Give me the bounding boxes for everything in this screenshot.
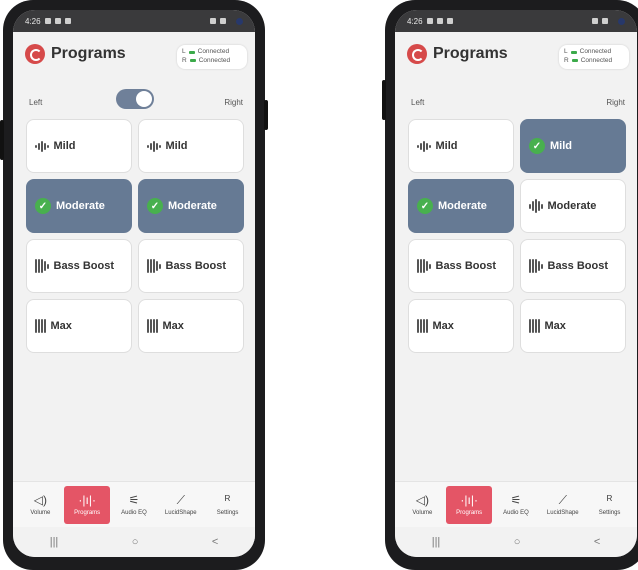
waveform-icon bbox=[35, 138, 49, 154]
page-title: Programs bbox=[51, 45, 126, 62]
screen: 4:26 Programs L Connected R Connected Left… bbox=[13, 10, 255, 557]
program-card-right-mild[interactable]: ✓ Mild bbox=[520, 119, 626, 173]
camera-icon bbox=[618, 17, 625, 25]
app-logo-icon bbox=[25, 44, 45, 64]
status-time: 4:26 bbox=[407, 16, 423, 26]
recents-button[interactable]: ||| bbox=[50, 536, 59, 548]
check-icon: ✓ bbox=[35, 198, 51, 214]
program-card-right-max[interactable]: Max bbox=[138, 299, 244, 353]
tab-audio-eq[interactable]: ⚟ Audio EQ bbox=[493, 486, 539, 524]
left-label: Left bbox=[411, 98, 425, 107]
tab-lucidshape[interactable]: ⟋ LucidShape bbox=[540, 486, 586, 524]
tab-audio-eq[interactable]: ⚟ Audio EQ bbox=[111, 486, 157, 524]
tab-volume[interactable]: ◁) Volume bbox=[17, 486, 63, 524]
program-card-right-mild[interactable]: Mild bbox=[138, 119, 244, 173]
back-button[interactable]: < bbox=[212, 536, 218, 548]
camera-icon bbox=[236, 17, 243, 25]
program-card-left-moderate[interactable]: ✓ Moderate bbox=[26, 179, 132, 233]
program-card-left-max[interactable]: Max bbox=[26, 299, 132, 353]
tab-settings[interactable]: ᴿ Settings bbox=[587, 486, 633, 524]
speaker-icon: ◁) bbox=[33, 492, 47, 507]
check-icon: ✓ bbox=[417, 198, 433, 214]
sliders-icon: ⚟ bbox=[128, 492, 140, 507]
program-card-right-moderate[interactable]: Moderate bbox=[520, 179, 626, 233]
chart-icon: ⟋ bbox=[558, 492, 567, 507]
waveform-icon: ·|ı|· bbox=[460, 492, 478, 507]
phone-left: 4:26 Programs L Connected R Connected Left… bbox=[0, 0, 268, 570]
waveform-icon bbox=[147, 138, 161, 154]
bottom-tab-bar: ◁) Volume ·|ı|· Programs ⚟ Audio EQ ⟋ LucidS… bbox=[13, 481, 255, 527]
header: Programs bbox=[25, 44, 126, 64]
tab-lucidshape[interactable]: ⟋ LucidShape bbox=[158, 486, 204, 524]
person-icon: ᴿ bbox=[606, 492, 613, 507]
waveform-icon bbox=[417, 318, 428, 334]
status-time: 4:26 bbox=[25, 16, 41, 26]
recents-button[interactable]: ||| bbox=[432, 536, 441, 548]
program-card-left-mild[interactable]: Mild bbox=[26, 119, 132, 173]
person-icon: ᴿ bbox=[224, 492, 231, 507]
program-card-right-max[interactable]: Max bbox=[520, 299, 626, 353]
app-logo-icon bbox=[407, 44, 427, 64]
status-bar: 4:26 bbox=[395, 10, 637, 32]
right-label: Right bbox=[224, 98, 243, 107]
waveform-icon: ·|ı|· bbox=[78, 492, 96, 507]
side-labels: Left Right bbox=[13, 98, 255, 107]
program-card-left-moderate[interactable]: ✓ Moderate bbox=[408, 179, 514, 233]
waveform-icon bbox=[147, 258, 161, 274]
phone-right: 4:26 Programs L Connected R Connected Left… bbox=[382, 0, 638, 570]
program-grid: Mild Mild ✓ Moderate ✓ Moderate Bass Boost… bbox=[26, 119, 247, 353]
system-nav-bar: ||| ○ < bbox=[13, 527, 255, 557]
home-button[interactable]: ○ bbox=[132, 536, 139, 548]
program-card-right-bass-boost[interactable]: Bass Boost bbox=[520, 239, 626, 293]
header: Programs bbox=[407, 44, 508, 64]
waveform-icon bbox=[35, 258, 49, 274]
waveform-icon bbox=[529, 318, 540, 334]
home-button[interactable]: ○ bbox=[514, 536, 521, 548]
speaker-icon: ◁) bbox=[415, 492, 429, 507]
program-grid: Mild ✓ Mild ✓ Moderate Moderate Bass Boost… bbox=[408, 119, 629, 353]
connection-status: L Connected R Connected bbox=[177, 45, 247, 69]
right-label: Right bbox=[606, 98, 625, 107]
check-icon: ✓ bbox=[147, 198, 163, 214]
program-card-left-max[interactable]: Max bbox=[408, 299, 514, 353]
program-card-right-bass-boost[interactable]: Bass Boost bbox=[138, 239, 244, 293]
tab-volume[interactable]: ◁) Volume bbox=[399, 486, 445, 524]
waveform-icon bbox=[529, 258, 543, 274]
program-card-left-mild[interactable]: Mild bbox=[408, 119, 514, 173]
sliders-icon: ⚟ bbox=[510, 492, 522, 507]
left-label: Left bbox=[29, 98, 43, 107]
stage: 4:26 Programs L Connected R Connected Left… bbox=[0, 0, 638, 570]
back-button[interactable]: < bbox=[594, 536, 600, 548]
tab-settings[interactable]: ᴿ Settings bbox=[205, 486, 251, 524]
tab-programs[interactable]: ·|ı|· Programs bbox=[64, 485, 111, 524]
waveform-icon bbox=[417, 138, 431, 154]
system-nav-bar: ||| ○ < bbox=[395, 527, 637, 557]
program-card-right-moderate[interactable]: ✓ Moderate bbox=[138, 179, 244, 233]
chart-icon: ⟋ bbox=[176, 492, 185, 507]
connection-status: L Connected R Connected bbox=[559, 45, 629, 69]
check-icon: ✓ bbox=[529, 138, 545, 154]
waveform-icon bbox=[417, 258, 431, 274]
page-title: Programs bbox=[433, 45, 508, 62]
waveform-icon bbox=[529, 198, 543, 214]
status-bar: 4:26 bbox=[13, 10, 255, 32]
screen: 4:26 Programs L Connected R Connected Left… bbox=[395, 10, 637, 557]
waveform-icon bbox=[35, 318, 46, 334]
side-labels: Left Right bbox=[395, 98, 637, 107]
tab-programs[interactable]: ·|ı|· Programs bbox=[446, 485, 493, 524]
program-card-left-bass-boost[interactable]: Bass Boost bbox=[408, 239, 514, 293]
bottom-tab-bar: ◁) Volume ·|ı|· Programs ⚟ Audio EQ ⟋ LucidS… bbox=[395, 481, 637, 527]
waveform-icon bbox=[147, 318, 158, 334]
program-card-left-bass-boost[interactable]: Bass Boost bbox=[26, 239, 132, 293]
